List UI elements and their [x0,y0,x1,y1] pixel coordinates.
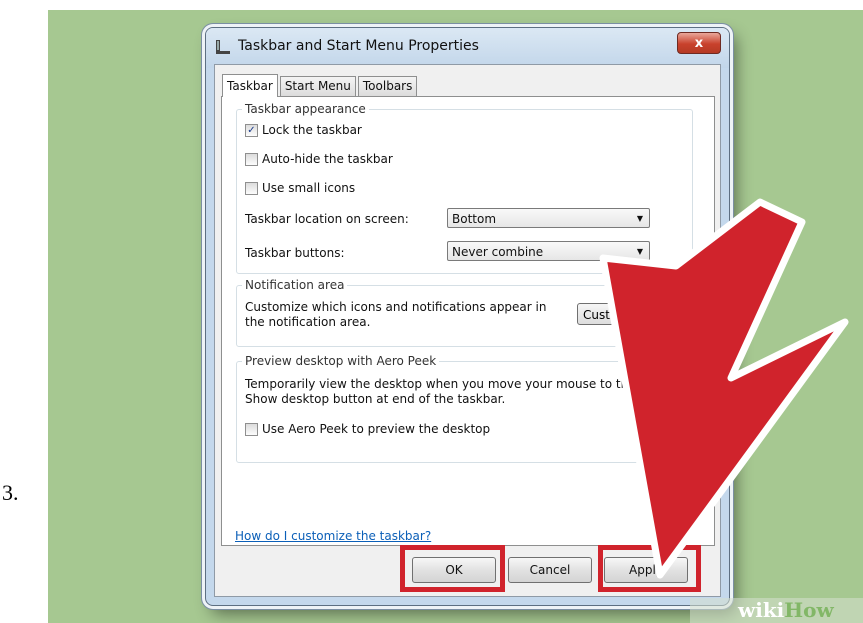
watermark-how: How [784,598,834,622]
watermark-wiki: wiki [738,598,785,622]
illustration-panel: Taskbar and Start Menu Properties x Task… [48,10,863,623]
red-arrow-icon [599,198,849,579]
wikihow-watermark: wikiHow [690,598,863,623]
step-number: 3. [2,480,19,505]
tab-taskbar[interactable]: Taskbar [222,74,278,97]
